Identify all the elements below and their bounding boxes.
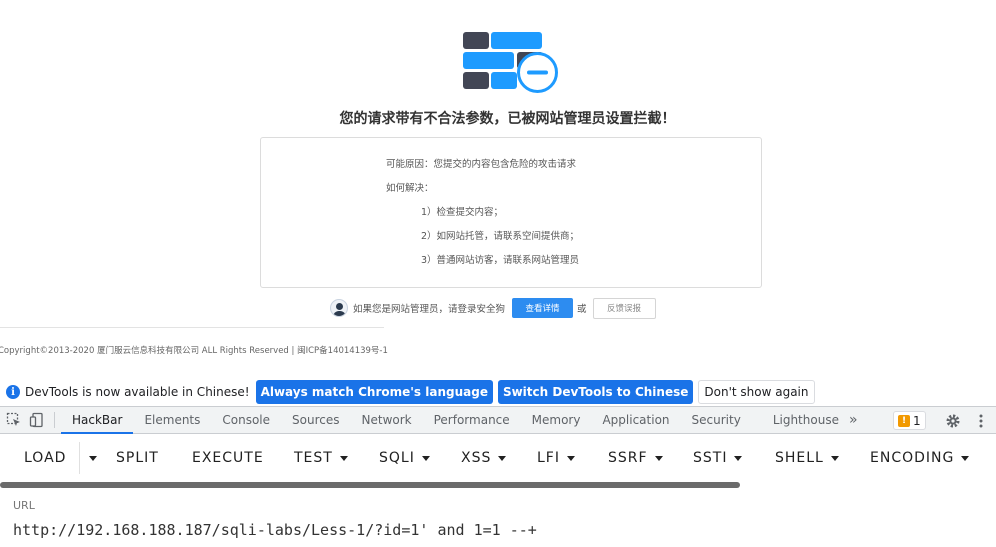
- always-match-language-button[interactable]: Always match Chrome's language: [255, 380, 493, 404]
- caret-down-icon: [89, 455, 97, 461]
- tab-application[interactable]: Application: [591, 407, 680, 434]
- ssti-menu[interactable]: SSTI: [693, 436, 743, 480]
- admin-prompt: 如果您是网站管理员，请登录安全狗: [353, 304, 506, 315]
- footer-divider: [0, 327, 384, 328]
- block-title: 您的请求带有不合法参数，已被网站管理员设置拦截！: [339, 111, 676, 127]
- caret-down-icon: [339, 455, 348, 461]
- caret-down-icon: [734, 455, 743, 461]
- block-step: 1）检查提交内容；: [421, 207, 504, 218]
- shell-menu[interactable]: SHELL: [775, 436, 839, 480]
- info-icon: i: [6, 385, 20, 399]
- tab-network[interactable]: Network: [351, 407, 423, 434]
- dont-show-again-button[interactable]: Don't show again: [698, 380, 815, 404]
- block-reason: 可能原因：您提交的内容包含危险的攻击请求: [386, 159, 577, 170]
- toolbar-separator: [54, 412, 55, 428]
- devtools-language-infobar: i DevTools is now available in Chinese! …: [0, 378, 996, 406]
- tab-console[interactable]: Console: [211, 407, 281, 434]
- hackbar-toolbar: LOAD SPLIT EXECUTE TEST SQLI XSS LFI SSR…: [0, 436, 996, 480]
- tab-performance[interactable]: Performance: [423, 407, 521, 434]
- issues-count: 1: [913, 413, 921, 428]
- tab-lighthouse[interactable]: Lighthouse: [762, 407, 845, 434]
- more-tabs-chevron-icon[interactable]: »: [849, 412, 858, 428]
- view-details-button[interactable]: 查看详情: [512, 298, 574, 318]
- admin-avatar-icon: [330, 299, 348, 317]
- infobar-message: DevTools is now available in Chinese!: [25, 385, 250, 399]
- tab-security[interactable]: Security: [681, 407, 762, 434]
- tab-elements[interactable]: Elements: [133, 407, 211, 434]
- more-options-kebab-icon[interactable]: [972, 412, 990, 430]
- or-text: 或: [577, 304, 587, 315]
- inspect-element-icon[interactable]: [5, 411, 23, 429]
- block-step: 2）如网站托管，请联系空间提供商；: [421, 231, 580, 242]
- block-info-box: 可能原因：您提交的内容包含危险的攻击请求 如何解决： 1）检查提交内容； 2）如…: [260, 137, 762, 288]
- tab-sources[interactable]: Sources: [281, 407, 350, 434]
- caret-down-icon: [654, 455, 663, 461]
- switch-to-chinese-button[interactable]: Switch DevTools to Chinese: [497, 380, 694, 404]
- settings-gear-icon[interactable]: [944, 412, 962, 430]
- url-input[interactable]: http://192.168.188.187/sqli-labs/Less-1/…: [13, 521, 537, 539]
- encoding-menu[interactable]: ENCODING: [870, 436, 970, 480]
- url-label: URL: [13, 499, 35, 512]
- copyright-text: Copyright©2013-2020 厦门服云信息科技有限公司 ALL Rig…: [0, 346, 388, 356]
- caret-down-icon: [830, 455, 839, 461]
- issue-flag-icon: !: [898, 414, 910, 427]
- report-false-positive-button[interactable]: 反馈误报: [592, 297, 656, 319]
- ssrf-menu[interactable]: SSRF: [608, 436, 663, 480]
- tab-memory[interactable]: Memory: [521, 407, 592, 434]
- sqli-menu[interactable]: SQLI: [379, 436, 430, 480]
- device-toolbar-icon[interactable]: [28, 411, 46, 429]
- caret-down-icon: [498, 455, 507, 461]
- block-minus-icon: [517, 52, 558, 93]
- test-menu[interactable]: TEST: [294, 436, 348, 480]
- browser-page: 您的请求带有不合法参数，已被网站管理员设置拦截！ 可能原因：您提交的内容包含危险…: [0, 0, 996, 547]
- load-options-dropdown[interactable]: [82, 436, 97, 480]
- load-button[interactable]: LOAD: [24, 436, 66, 480]
- hackbar-horizontal-scrollbar[interactable]: [0, 482, 740, 488]
- block-how-to-fix: 如何解决：: [386, 183, 434, 194]
- xss-menu[interactable]: XSS: [461, 436, 507, 480]
- devtools-tab-strip: HackBar Elements Console Sources Network…: [0, 406, 996, 434]
- caret-down-icon: [961, 455, 970, 461]
- split-button[interactable]: SPLIT: [116, 436, 159, 480]
- lfi-menu[interactable]: LFI: [537, 436, 575, 480]
- admin-login-row: 如果您是网站管理员，请登录安全狗 查看详情 或 反馈误报: [330, 297, 656, 319]
- caret-down-icon: [421, 455, 430, 461]
- safedog-logo: [463, 32, 559, 93]
- hackbar-divider: [79, 442, 80, 474]
- block-step: 3）普通网站访客，请联系网站管理员: [421, 255, 580, 266]
- issues-counter[interactable]: ! 1: [893, 411, 926, 430]
- tab-hackbar[interactable]: HackBar: [61, 407, 134, 434]
- execute-button[interactable]: EXECUTE: [192, 436, 264, 480]
- caret-down-icon: [566, 455, 575, 461]
